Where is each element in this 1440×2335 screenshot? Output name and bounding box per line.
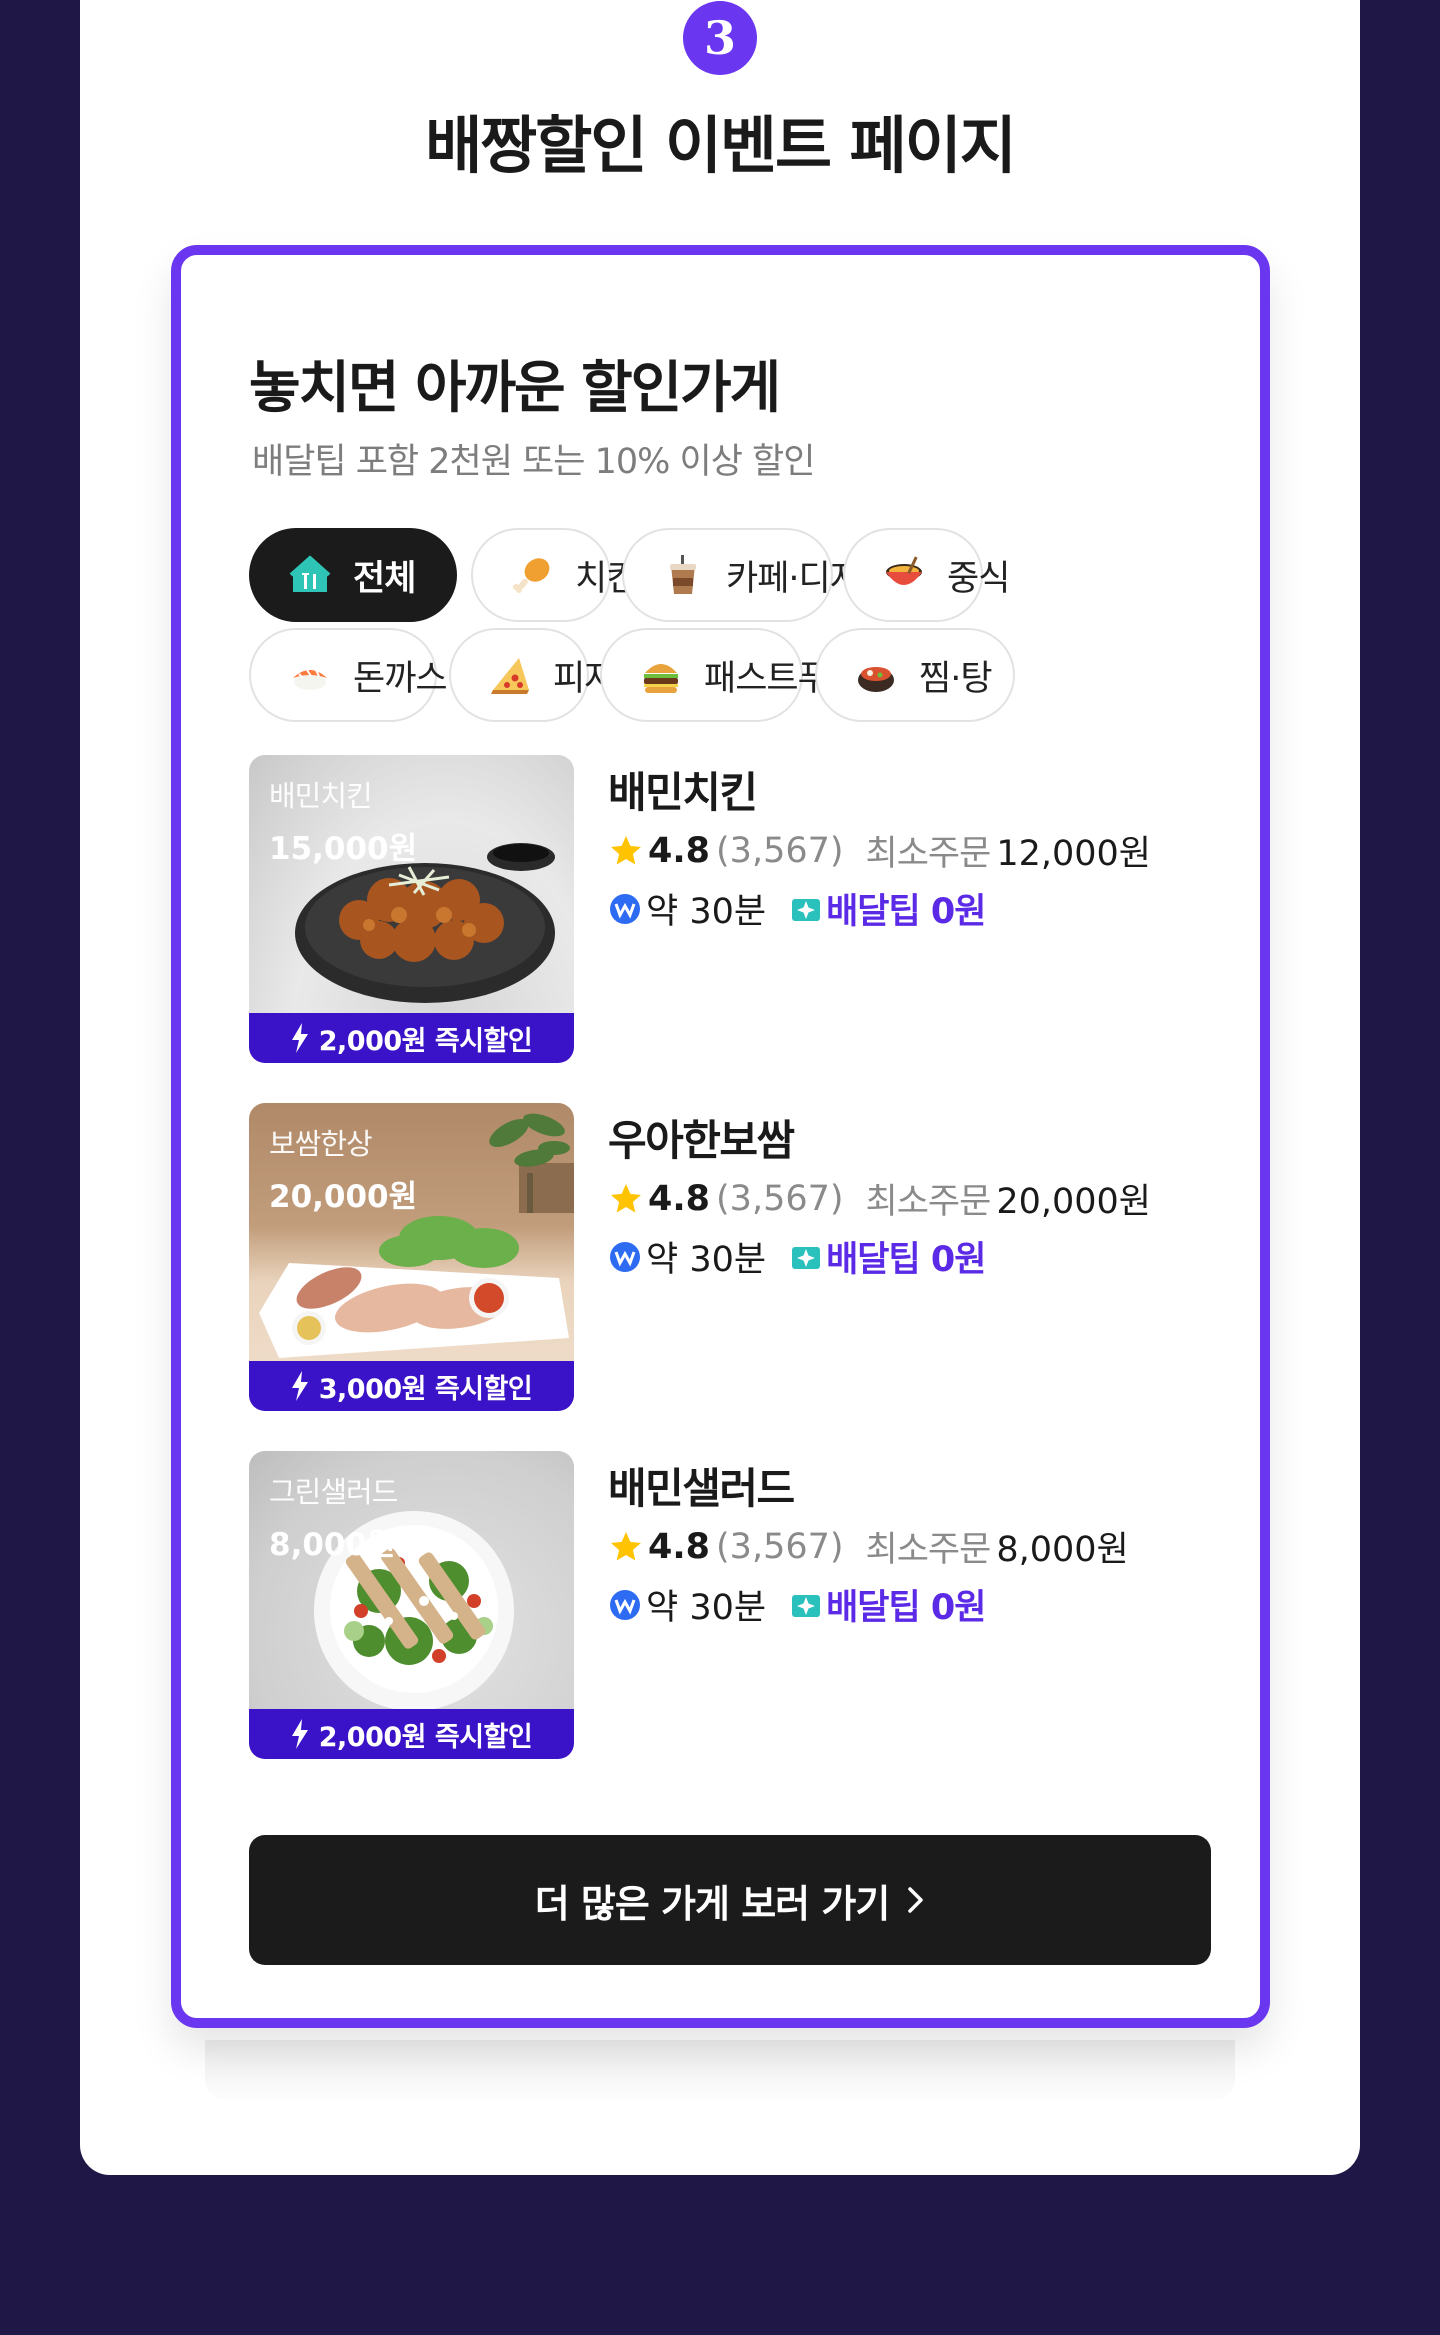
store-thumbnail: 그린샐러드 8,000원 2,000원 즉시할인 xyxy=(249,1451,574,1759)
min-order-label: 최소주문 xyxy=(865,834,992,874)
thumbnail-menu-price: 15,000원 xyxy=(269,831,418,867)
free-delivery-icon xyxy=(792,1246,821,1269)
thumbnail-menu-name: 그린샐러드 xyxy=(269,1475,398,1509)
delivery-tip: 배달팁 0원 xyxy=(826,892,986,932)
more-stores-label: 더 많은 가게 보러 가기 xyxy=(534,1881,891,1926)
free-delivery-icon xyxy=(792,1594,821,1617)
store-thumbnail: 보쌈한상 20,000원 3,000원 즉시할인 xyxy=(249,1103,574,1411)
stew-pot-icon xyxy=(855,654,897,696)
star-icon xyxy=(611,1183,641,1212)
category-chip-chinese[interactable]: 중식 xyxy=(843,528,1010,622)
instant-discount-label: 2,000원 즉시할인 xyxy=(318,1721,533,1753)
phone-frame: 놓치면 아까운 할인가게 배달팁 포함 2천원 또는 10% 이상 할인 전체 … xyxy=(171,245,1270,2028)
phone-shadow xyxy=(205,2040,1235,2100)
category-chip-fastfood[interactable]: 패스트푸드 xyxy=(600,628,861,722)
category-chip-chicken[interactable]: 치킨 xyxy=(471,528,638,622)
delivery-time-icon xyxy=(610,1241,640,1272)
instant-discount-bar: 3,000원 즉시할인 xyxy=(249,1361,574,1411)
min-order-value: 12,000원 xyxy=(996,834,1152,874)
store-rating-row: 4.8 (3,567) 최소주문 8,000원 xyxy=(608,1521,1129,1572)
store-review-count: (3,567) xyxy=(716,830,844,871)
burger-icon xyxy=(640,654,682,696)
store-delivery-row: 약 30분 배달팁 0원 xyxy=(608,1579,986,1630)
store-card[interactable]: 보쌈한상 20,000원 3,000원 즉시할인 우아한보쌈 4.8 (3,56… xyxy=(249,1103,1179,1413)
delivery-eta: 약 30분 xyxy=(646,1240,767,1280)
category-chip-all[interactable]: 전체 xyxy=(249,528,457,622)
store-delivery-row: 약 30분 배달팁 0원 xyxy=(608,883,986,934)
section-title: 배짱할인 이벤트 페이지 xyxy=(425,109,1017,182)
store-rating: 4.8 xyxy=(648,1178,711,1219)
star-icon xyxy=(611,1531,641,1560)
sushi-icon xyxy=(289,654,331,696)
store-name: 배민치킨 xyxy=(608,768,758,817)
lightning-icon xyxy=(291,1023,308,1053)
store-card[interactable]: 배민치킨 15,000원 2,000원 즉시할인 배민치킨 4.8 (3,567… xyxy=(249,755,1179,1065)
home-icon xyxy=(289,554,331,596)
delivery-time-icon xyxy=(610,893,640,924)
store-thumbnail: 배민치킨 15,000원 2,000원 즉시할인 xyxy=(249,755,574,1063)
category-chip-label: 전체 xyxy=(353,558,416,599)
category-chip-cutlet-sashimi[interactable]: 돈까스·회 xyxy=(249,628,489,722)
thumbnail-menu-name: 배민치킨 xyxy=(269,779,373,813)
page-headline: 놓치면 아까운 할인가게 xyxy=(249,356,781,421)
delivery-eta: 약 30분 xyxy=(646,892,767,932)
min-order-label: 최소주문 xyxy=(865,1530,992,1570)
store-rating-row: 4.8 (3,567) 최소주문 20,000원 xyxy=(608,1173,1151,1224)
store-rating-row: 4.8 (3,567) 최소주문 12,000원 xyxy=(608,825,1151,876)
store-review-count: (3,567) xyxy=(716,1526,844,1567)
step-number-badge: 3 xyxy=(683,1,757,75)
store-review-count: (3,567) xyxy=(716,1178,844,1219)
delivery-tip: 배달팁 0원 xyxy=(826,1588,986,1628)
category-chip-label: 찜·탕 xyxy=(919,658,993,699)
min-order-value: 20,000원 xyxy=(996,1182,1152,1222)
store-card[interactable]: 그린샐러드 8,000원 2,000원 즉시할인 배민샐러드 4.8 (3,56… xyxy=(249,1451,1179,1761)
store-name: 우아한보쌈 xyxy=(608,1116,795,1165)
more-stores-button[interactable]: 더 많은 가게 보러 가기 xyxy=(249,1835,1211,1965)
min-order-value: 8,000원 xyxy=(996,1530,1129,1570)
instant-discount-bar: 2,000원 즉시할인 xyxy=(249,1013,574,1063)
lightning-icon xyxy=(291,1371,308,1401)
store-name: 배민샐러드 xyxy=(608,1464,795,1513)
category-chip-pizza[interactable]: 피자 xyxy=(449,628,616,722)
category-chip-cafe-dessert[interactable]: 카페·디저트 xyxy=(622,528,893,622)
thumbnail-menu-price: 8,000원 xyxy=(269,1527,396,1563)
min-order-label: 최소주문 xyxy=(865,1182,992,1222)
page-subline: 배달팁 포함 2천원 또는 10% 이상 할인 xyxy=(252,442,815,482)
thumbnail-menu-price: 20,000원 xyxy=(269,1179,418,1215)
category-chip-label: 중식 xyxy=(947,558,1010,599)
delivery-tip: 배달팁 0원 xyxy=(826,1240,986,1280)
instant-discount-label: 3,000원 즉시할인 xyxy=(318,1373,533,1405)
free-delivery-icon xyxy=(792,898,821,921)
chicken-leg-icon xyxy=(511,554,553,596)
store-rating: 4.8 xyxy=(648,830,711,871)
store-delivery-row: 약 30분 배달팁 0원 xyxy=(608,1231,986,1282)
store-rating: 4.8 xyxy=(648,1526,711,1567)
pizza-icon xyxy=(489,654,531,696)
coffee-cup-icon xyxy=(662,554,704,596)
chevron-right-icon xyxy=(908,1887,924,1913)
thumbnail-menu-name: 보쌈한상 xyxy=(269,1127,373,1161)
star-icon xyxy=(611,835,641,864)
instant-discount-label: 2,000원 즉시할인 xyxy=(318,1025,533,1057)
delivery-time-icon xyxy=(610,1589,640,1620)
category-chip-stew[interactable]: 찜·탕 xyxy=(815,628,1015,722)
delivery-eta: 약 30분 xyxy=(646,1588,767,1628)
lightning-icon xyxy=(291,1719,308,1749)
instant-discount-bar: 2,000원 즉시할인 xyxy=(249,1709,574,1759)
noodle-bowl-icon xyxy=(883,554,925,596)
